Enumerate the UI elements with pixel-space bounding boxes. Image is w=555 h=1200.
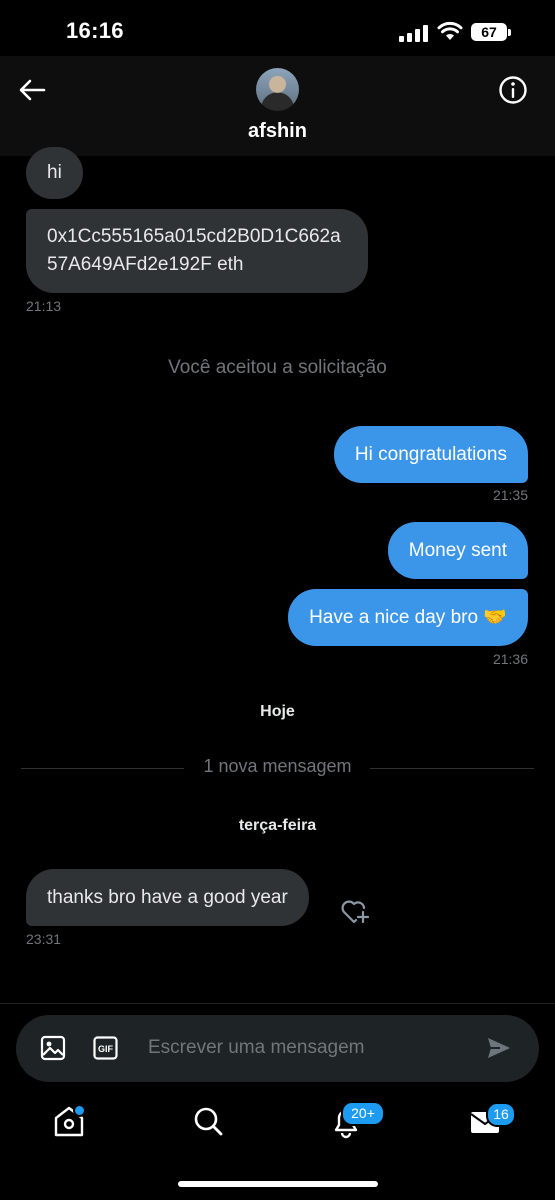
incoming-message-bubble[interactable]: thanks bro have a good year <box>26 869 309 926</box>
notifications-badge: 20+ <box>341 1101 385 1126</box>
home-indicator[interactable] <box>178 1181 378 1187</box>
incoming-message-bubble[interactable]: 0x1Cc555165a015cd2B0D1C662a57A649AFd2e19… <box>26 209 368 293</box>
system-message: Você aceitou a solicitação <box>168 357 387 378</box>
messages-badge: 16 <box>486 1102 516 1127</box>
outgoing-message-bubble[interactable]: Have a nice day bro 🤝 <box>288 589 528 646</box>
contact-name: afshin <box>248 120 307 142</box>
battery-indicator: 67 <box>471 23 507 41</box>
message-timestamp: 21:35 <box>492 487 528 503</box>
incoming-message-bubble[interactable]: hi <box>26 147 83 199</box>
avatar[interactable] <box>256 68 299 111</box>
message-timestamp: 23:31 <box>26 931 62 947</box>
outgoing-message-bubble[interactable]: Hi congratulations <box>333 426 528 483</box>
wifi-icon <box>437 21 463 40</box>
image-icon[interactable] <box>40 1035 66 1061</box>
new-message-divider-label: 1 nova mensagem <box>203 756 352 776</box>
divider-line <box>0 1003 555 1004</box>
outgoing-message-bubble[interactable]: Money sent <box>387 522 528 579</box>
message-timestamp: 21:36 <box>492 651 528 667</box>
battery-tip <box>508 29 511 36</box>
send-icon[interactable] <box>486 1036 512 1060</box>
day-separator: terça-feira <box>238 817 317 834</box>
message-input[interactable] <box>140 1024 486 1072</box>
status-time: 16:16 <box>66 18 124 43</box>
search-icon[interactable] <box>190 1103 226 1139</box>
message-timestamp: 21:13 <box>26 298 62 314</box>
cellular-signal-icon <box>399 24 429 42</box>
divider-line <box>370 768 534 769</box>
gif-icon[interactable]: GIF <box>93 1036 118 1060</box>
svg-text:GIF: GIF <box>98 1044 114 1054</box>
day-separator: Hoje <box>260 703 295 720</box>
info-icon[interactable] <box>497 74 529 106</box>
heart-plus-icon[interactable] <box>340 897 370 925</box>
back-arrow-icon[interactable] <box>14 72 50 108</box>
home-unread-dot <box>73 1104 86 1117</box>
